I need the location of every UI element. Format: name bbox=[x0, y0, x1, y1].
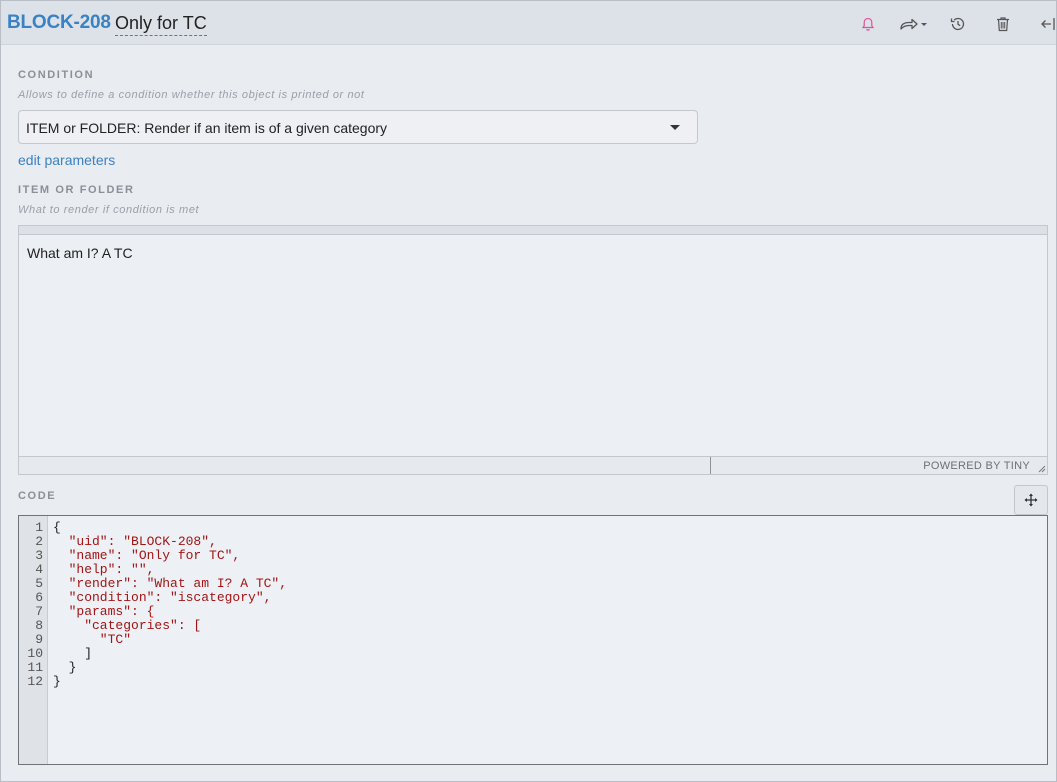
condition-help: Allows to define a condition whether thi… bbox=[18, 89, 365, 101]
code-label: CODE bbox=[18, 490, 57, 502]
condition-select[interactable]: ITEM or FOLDER: Render if an item is of … bbox=[18, 110, 698, 144]
line-number: 8 bbox=[35, 618, 43, 633]
code-line: "uid": "BLOCK-208", bbox=[53, 534, 217, 549]
collapse-icon[interactable] bbox=[1038, 14, 1057, 34]
block-editor-panel: BLOCK-208 Only for TC CONDITION Allows t… bbox=[0, 0, 1057, 782]
code-line: } bbox=[53, 660, 77, 675]
line-number: 6 bbox=[35, 590, 43, 605]
move-arrows-icon bbox=[1024, 493, 1038, 507]
line-number: 4 bbox=[35, 562, 43, 577]
line-number: 9 bbox=[35, 632, 43, 647]
condition-select-value: ITEM or FOLDER: Render if an item is of … bbox=[26, 120, 388, 136]
code-line: "TC" bbox=[53, 632, 132, 647]
move-button[interactable] bbox=[1014, 485, 1048, 515]
edit-parameters-link[interactable]: edit parameters bbox=[18, 152, 115, 168]
rich-text-editor[interactable]: What am I? A TC POWERED BY TINY bbox=[18, 225, 1048, 475]
line-number: 12 bbox=[27, 674, 43, 689]
code-line: "categories": [ bbox=[53, 618, 202, 633]
code-line: { bbox=[53, 520, 61, 535]
line-number: 2 bbox=[35, 534, 43, 549]
bell-icon[interactable] bbox=[858, 14, 878, 34]
block-uid: BLOCK-208 bbox=[7, 12, 111, 33]
code-line: "name": "Only for TC", bbox=[53, 548, 241, 563]
line-number-gutter: 1 2 3 4 5 6 7 8 9 10 11 12 bbox=[19, 516, 48, 764]
line-number: 7 bbox=[35, 604, 43, 619]
condition-label: CONDITION bbox=[18, 69, 95, 81]
history-icon[interactable] bbox=[948, 14, 968, 34]
item-or-folder-help: What to render if condition is met bbox=[18, 204, 200, 216]
line-number: 10 bbox=[27, 646, 43, 661]
code-line: "render": "What am I? A TC", bbox=[53, 576, 288, 591]
caret-down-icon bbox=[670, 125, 680, 130]
powered-by-tiny[interactable]: POWERED BY TINY bbox=[923, 460, 1030, 472]
code-line: ] bbox=[53, 646, 93, 661]
code-line: "params": { bbox=[53, 604, 155, 619]
editor-content[interactable]: What am I? A TC bbox=[27, 245, 133, 261]
code-editor[interactable]: 1 2 3 4 5 6 7 8 9 10 11 12 { "uid": "BLO… bbox=[18, 515, 1048, 765]
editor-toolbar bbox=[19, 226, 1047, 235]
item-or-folder-label: ITEM OR FOLDER bbox=[18, 184, 135, 196]
line-number: 11 bbox=[27, 660, 43, 675]
code-line: "help": "", bbox=[53, 562, 155, 577]
panel-header: BLOCK-208 Only for TC bbox=[1, 1, 1056, 45]
line-number: 5 bbox=[35, 576, 43, 591]
code-line: "condition": "iscategory", bbox=[53, 590, 272, 605]
resize-handle-icon[interactable] bbox=[1036, 463, 1046, 473]
statusbar-divider bbox=[710, 457, 711, 474]
editor-statusbar: POWERED BY TINY bbox=[19, 456, 1047, 474]
trash-icon[interactable] bbox=[993, 14, 1013, 34]
share-icon[interactable] bbox=[898, 14, 930, 34]
line-number: 1 bbox=[35, 520, 43, 535]
code-line: } bbox=[53, 674, 61, 689]
block-name-editable[interactable]: Only for TC bbox=[115, 13, 207, 36]
line-number: 3 bbox=[35, 548, 43, 563]
